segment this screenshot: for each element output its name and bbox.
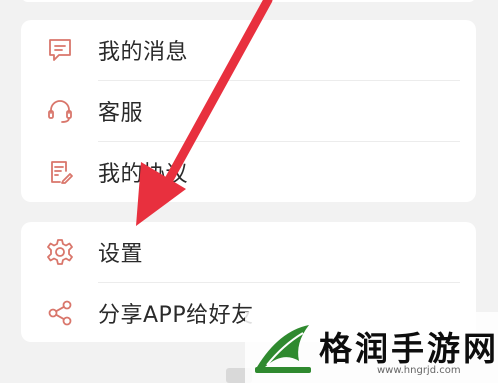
watermark: 格润手游网 www.hngrjd.com xyxy=(245,312,498,383)
watermark-url: www.hngrjd.com xyxy=(377,365,461,376)
menu-group-main: 我的消息 客服 我的协议 xyxy=(21,20,476,202)
gear-icon xyxy=(45,237,75,267)
menu-item-label: 分享APP给好友 xyxy=(98,303,254,328)
menu-item-label: 客服 xyxy=(98,101,144,126)
watermark-logo-icon xyxy=(253,321,313,375)
agreement-icon xyxy=(45,157,75,187)
message-icon xyxy=(45,35,75,65)
previous-card xyxy=(21,0,476,2)
menu-item-agreement[interactable]: 我的协议 xyxy=(21,142,476,202)
menu-item-customer-service[interactable]: 客服 xyxy=(21,81,476,141)
menu-item-messages[interactable]: 我的消息 xyxy=(21,20,476,80)
menu-item-label: 我的消息 xyxy=(98,40,189,65)
headset-icon xyxy=(45,96,75,126)
menu-item-label: 设置 xyxy=(98,242,144,267)
share-icon xyxy=(45,298,75,328)
menu-item-label: 我的协议 xyxy=(98,162,189,187)
watermark-title: 格润手游网 xyxy=(319,329,498,368)
menu-item-settings[interactable]: 设置 xyxy=(21,222,476,282)
